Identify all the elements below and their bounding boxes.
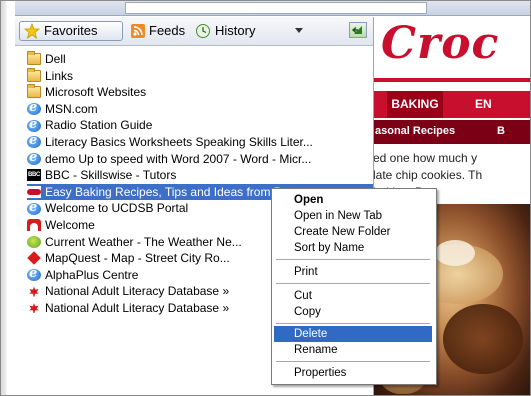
ie-page-icon	[27, 134, 41, 150]
favorites-toolbar: Favorites Feeds History	[15, 17, 373, 46]
body-line: late chip cookies. Th	[373, 168, 483, 182]
menu-item-open[interactable]: Open	[274, 192, 432, 208]
favorite-label: National Adult Literacy Database »	[45, 300, 230, 315]
favorite-folder-dell[interactable]: Dell	[27, 51, 373, 68]
favorite-link-radio[interactable]: Radio Station Guide	[27, 117, 373, 134]
favorite-label: Links	[45, 68, 74, 83]
menu-separator	[276, 323, 430, 324]
address-field[interactable]	[125, 2, 427, 14]
menu-item-sort-by-name[interactable]: Sort by Name	[274, 240, 432, 256]
favorite-label: demo Up to speed with Word 2007 - Word -…	[45, 151, 312, 166]
address-bar	[15, 1, 530, 16]
ie-page-icon	[27, 151, 41, 166]
history-clock-icon	[196, 24, 210, 38]
folder-icon	[27, 84, 41, 99]
history-dropdown-arrow-icon[interactable]	[295, 28, 303, 33]
favorite-label: AlphaPlus Centre	[45, 267, 139, 282]
window-edge	[1, 1, 7, 395]
menu-separator	[276, 259, 430, 260]
ie-page-icon	[27, 200, 41, 216]
weather-icon	[27, 235, 41, 248]
pin-arrow-icon	[352, 26, 362, 34]
ie-page-icon	[27, 101, 41, 117]
menu-item-copy[interactable]: Copy	[274, 304, 432, 320]
menu-item-delete[interactable]: Delete	[274, 326, 432, 342]
favorite-label: Radio Station Guide	[45, 118, 153, 133]
favorite-folder-links[interactable]: Links	[27, 67, 373, 85]
favorite-label: MSN.com	[45, 101, 98, 116]
subnav-seasonal-recipes[interactable]: asonal Recipes	[375, 125, 455, 137]
favorite-label: Dell	[45, 52, 66, 66]
favorite-label: Literacy Basics Worksheets Speaking Skil…	[45, 134, 313, 149]
menu-separator	[276, 361, 430, 362]
favorite-label: MapQuest - Map - Street City Ro...	[45, 251, 230, 266]
bbc-icon: BBC	[27, 169, 41, 182]
feeds-tab-button[interactable]: Feeds	[127, 21, 189, 41]
favorite-label: National Adult Literacy Database »	[45, 284, 230, 299]
favorite-link-msn[interactable]: MSN.com	[27, 101, 373, 118]
menu-item-rename[interactable]: Rename	[274, 342, 432, 358]
ie-page-icon	[27, 117, 41, 133]
nav-baking-tab[interactable]: BAKING	[387, 91, 443, 118]
folder-icon	[27, 51, 41, 66]
menu-item-open-new-tab[interactable]: Open in New Tab	[274, 208, 432, 224]
favorites-tab-label: Favorites	[44, 23, 98, 38]
logo-underline	[373, 78, 530, 82]
body-line: ed one how much y	[373, 151, 478, 165]
favorite-label: Microsoft Websites	[45, 85, 147, 100]
site-sub-nav: asonal Recipes B	[373, 120, 530, 144]
favorite-folder-microsoft[interactable]: Microsoft Websites	[27, 84, 373, 101]
favorite-link-bbc[interactable]: BBC BBC - Skillswise - Tutors	[27, 167, 373, 184]
betty-crocker-logo[interactable]: Croc	[381, 18, 499, 69]
context-menu: Open Open in New Tab Create New Folder S…	[271, 188, 437, 385]
site-nav-bar: BAKING EN	[373, 91, 530, 118]
nav-next-tab[interactable]: EN	[475, 91, 492, 118]
history-tab-button[interactable]: History	[191, 21, 259, 41]
maple-leaf-icon	[27, 302, 41, 314]
favorite-label: Current Weather - The Weather Ne...	[45, 234, 242, 249]
menu-item-properties[interactable]: Properties	[274, 365, 432, 381]
browser-window: Croc BAKING EN asonal Recipes B ed one h…	[0, 0, 531, 396]
arch-logo-icon	[27, 219, 41, 232]
photo-detail	[443, 304, 523, 374]
subnav-next[interactable]: B	[497, 125, 505, 137]
feeds-tab-label: Feeds	[149, 23, 186, 38]
favorite-label: BBC - Skillswise - Tutors	[45, 168, 177, 183]
pin-favorites-center-button[interactable]	[349, 22, 367, 38]
ie-page-icon	[27, 267, 41, 283]
history-tab-label: History	[215, 23, 256, 38]
betty-crocker-icon	[27, 186, 41, 199]
favorite-label: Welcome to UCDSB Portal	[45, 201, 189, 216]
menu-item-print[interactable]: Print	[274, 264, 432, 280]
menu-item-create-new-folder[interactable]: Create New Folder	[274, 224, 432, 240]
favorite-link-literacy-basics[interactable]: Literacy Basics Worksheets Speaking Skil…	[27, 134, 373, 151]
rss-feed-icon	[131, 24, 145, 38]
menu-item-cut[interactable]: Cut	[274, 288, 432, 304]
maple-leaf-icon	[27, 286, 41, 298]
photo-detail	[435, 240, 475, 266]
favorites-tab-button[interactable]: Favorites	[19, 21, 123, 41]
folder-icon	[27, 67, 41, 82]
menu-separator	[276, 283, 430, 284]
favorite-label: Welcome	[45, 217, 95, 232]
star-icon	[24, 23, 40, 39]
mapquest-icon	[27, 252, 41, 264]
favorite-link-word-demo[interactable]: demo Up to speed with Word 2007 - Word -…	[27, 151, 373, 168]
